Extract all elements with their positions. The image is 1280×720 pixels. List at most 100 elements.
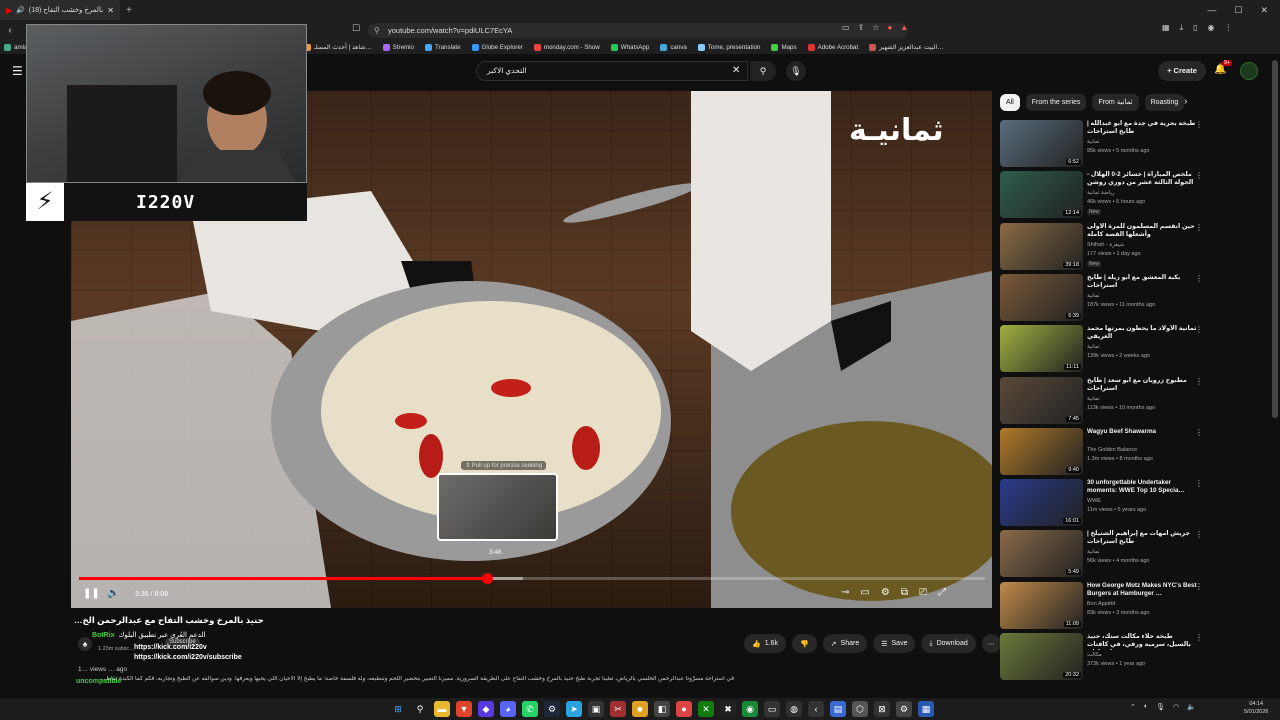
dislike-button[interactable]: 👎: [791, 634, 817, 653]
app-icon-23[interactable]: ⊠: [874, 701, 890, 717]
video-title[interactable]: طبخة حلاء مكالت سنك، حنيذ بالسيل، سرمية …: [1087, 633, 1197, 650]
bookmark-item[interactable]: شاهد | أحدث المسلـ…: [303, 43, 372, 51]
cast-icon[interactable]: ⎚: [919, 587, 927, 598]
video-title[interactable]: 30 unforgettable Undertaker moments: WWE…: [1087, 479, 1197, 495]
warning-icon[interactable]: ▲: [900, 23, 908, 32]
video-thumbnail[interactable]: 20:32: [1000, 633, 1083, 680]
grid-icon[interactable]: ▦: [1162, 23, 1170, 33]
recommended-video[interactable]: 11:11 ثمانية الأولاد ما يحطون بمرتها محمد…: [1000, 325, 1205, 374]
more-options-icon[interactable]: ⋮: [1195, 223, 1203, 232]
more-options-icon[interactable]: ⋮: [1195, 479, 1203, 488]
start-windows-icon[interactable]: ⊞: [390, 701, 406, 717]
channel-name[interactable]: رياضة ثمانية: [1087, 190, 1115, 196]
recommended-video[interactable]: 20:32 طبخة حلاء مكالت سنك، حنيذ بالسيل، س…: [1000, 633, 1205, 682]
browser-tab[interactable]: ▶ 🔊 (18) حنيذ بالمرخ وخشب التفاح ✕: [0, 0, 120, 20]
more-options-icon[interactable]: ⋮: [1195, 325, 1203, 334]
more-options-icon[interactable]: ⋮: [1195, 633, 1203, 642]
channel-name[interactable]: ثمانية: [1087, 344, 1100, 350]
channel-avatar[interactable]: ♠: [78, 637, 92, 651]
recommended-video[interactable]: 12:14 ملخص المباراة | خسائر 2-0 الهلال - …: [1000, 171, 1205, 220]
channel-name[interactable]: ثمانية: [1087, 396, 1100, 402]
download-toolbar-icon[interactable]: ⤓: [1180, 23, 1184, 33]
profile-icon[interactable]: ◉: [1208, 23, 1215, 33]
bookmark-item[interactable]: WhatsApp: [610, 43, 649, 51]
autoplay-toggle-icon[interactable]: ⊸: [841, 587, 849, 598]
channel-name[interactable]: ثمانية: [1087, 139, 1100, 145]
subtitles-icon[interactable]: ▭: [860, 587, 869, 598]
discord-icon[interactable]: ◕: [500, 701, 516, 717]
more-options-icon[interactable]: ⋮: [1195, 274, 1203, 283]
brave-browser-icon[interactable]: ▼: [456, 701, 472, 717]
recommended-video[interactable]: 39:18 حين انقسم المسلمون للمرة الأولى وأش…: [1000, 222, 1205, 272]
video-thumbnail[interactable]: 9:40: [1000, 427, 1083, 475]
video-title[interactable]: ثمانية الأولاد ما يحطون بمرتها محمد الغر…: [1087, 325, 1197, 341]
bookmark-item[interactable]: Globe Explorer: [471, 43, 523, 51]
tray-app-icon[interactable]: ◐: [1144, 703, 1148, 711]
settings-app-icon[interactable]: ⚙: [896, 701, 912, 717]
hamburger-menu-icon[interactable]: ☰: [12, 64, 23, 78]
app-icon-13[interactable]: ◧: [654, 701, 670, 717]
save-button[interactable]: ☰ Save: [873, 634, 916, 653]
filter-chip[interactable]: Roasting: [1144, 94, 1185, 111]
recommended-video[interactable]: 7:45 مطبوخ زرويان مع أبو سعد | طابخ استرا…: [1000, 376, 1205, 426]
video-thumbnail[interactable]: 11:11: [1000, 325, 1083, 373]
more-options-icon[interactable]: ⋮: [1195, 171, 1203, 180]
url-field[interactable]: ⚲ youtube.com/watch?v=pdiULC7EcYA: [368, 23, 908, 38]
app-icon-10[interactable]: ▣: [588, 701, 604, 717]
recommended-video[interactable]: 6:39 بكبة المعشق مع أبو زيلة | طابخ استرا…: [1000, 273, 1205, 323]
channel-name[interactable]: Bon Appétit: [1087, 601, 1115, 607]
bookmark-item[interactable]: Maps: [771, 43, 797, 51]
video-title[interactable]: ملخص المباراة | خسائر 2-0 الهلال - الجول…: [1087, 171, 1197, 187]
more-options-icon[interactable]: ⋮: [1195, 377, 1203, 386]
video-thumbnail[interactable]: 6:39: [1000, 273, 1083, 321]
filter-chip[interactable]: From ثمانية: [1092, 94, 1139, 111]
more-options-icon[interactable]: ⋮: [1195, 530, 1203, 539]
site-info-icon[interactable]: ⚲: [374, 23, 380, 38]
channel-name[interactable]: The Golden Balance: [1087, 447, 1137, 453]
voice-search-button[interactable]: 🎙: [786, 61, 806, 81]
recommended-video[interactable]: 5:49 جريش أمهات مع إبراهيم الشتيلخ | طابخ…: [1000, 530, 1205, 579]
system-clock[interactable]: 04:14 5/01/2026: [1244, 700, 1268, 716]
volume-icon[interactable]: 🔊: [107, 588, 119, 599]
bookmark-item[interactable]: Stremio: [382, 43, 414, 51]
app-icon-18[interactable]: ▭: [764, 701, 780, 717]
wifi-icon[interactable]: ◠: [1173, 703, 1179, 711]
recommended-video[interactable]: 11:09 How George Motz Makes NYC's Best Bu…: [1000, 581, 1205, 631]
bookmark-item[interactable]: monday.com - Show: [533, 43, 600, 51]
bookmark-star-icon[interactable]: ☐: [352, 23, 360, 34]
app-icon-12[interactable]: ■: [632, 701, 648, 717]
account-avatar[interactable]: [1240, 62, 1258, 80]
new-tab-button[interactable]: +: [120, 5, 138, 16]
extension-icon[interactable]: ●: [887, 23, 892, 32]
channel-name[interactable]: ثمانية: [1087, 293, 1100, 299]
app-icon-5[interactable]: ◆: [478, 701, 494, 717]
video-thumbnail[interactable]: 39:18: [1000, 222, 1083, 270]
channel-name[interactable]: Shifrah - شيفرة: [1087, 242, 1124, 248]
progress-bar[interactable]: [79, 573, 985, 584]
miniplayer-icon[interactable]: ⧉: [901, 587, 908, 598]
share-icon[interactable]: ⇪: [858, 23, 865, 32]
star-icon[interactable]: ☆: [872, 23, 879, 32]
bookmark-item[interactable]: Tome, presentation: [697, 43, 760, 51]
app-icon-20[interactable]: ‹: [808, 701, 824, 717]
app-icon-22[interactable]: ⬡: [852, 701, 868, 717]
close-tab-icon[interactable]: ✕: [107, 6, 114, 15]
steam-icon[interactable]: ⚙: [544, 701, 560, 717]
capcut-icon[interactable]: ✖: [720, 701, 736, 717]
chat-link[interactable]: https://kick.com/i220v/subscribe: [134, 654, 242, 661]
video-title[interactable]: مطبوخ زرويان مع أبو سعد | طابخ استراحات: [1087, 377, 1197, 393]
more-options-icon[interactable]: ⋮: [1195, 582, 1203, 591]
app-icon-25[interactable]: ▦: [918, 701, 934, 717]
video-title[interactable]: How George Motz Makes NYC's Best Burgers…: [1087, 582, 1197, 598]
video-thumbnail[interactable]: 5:49: [1000, 530, 1083, 578]
taskbar-search-icon[interactable]: ⚲: [412, 701, 428, 717]
bookmark-item[interactable]: Translate: [424, 43, 461, 51]
sidebar-icon[interactable]: ▯: [1193, 23, 1197, 33]
video-title[interactable]: حين انقسم المسلمون للمرة الأولى وأشعلها …: [1087, 223, 1197, 239]
whatsapp-icon[interactable]: ✆: [522, 701, 538, 717]
xbox-icon[interactable]: ✕: [698, 701, 714, 717]
search-input[interactable]: التحدي الاكبر: [476, 61, 748, 81]
speaker-icon[interactable]: 🔊: [16, 6, 25, 14]
bookmark-item[interactable]: Adobe Acrobat: [807, 43, 858, 51]
video-thumbnail[interactable]: 11:09: [1000, 581, 1083, 629]
